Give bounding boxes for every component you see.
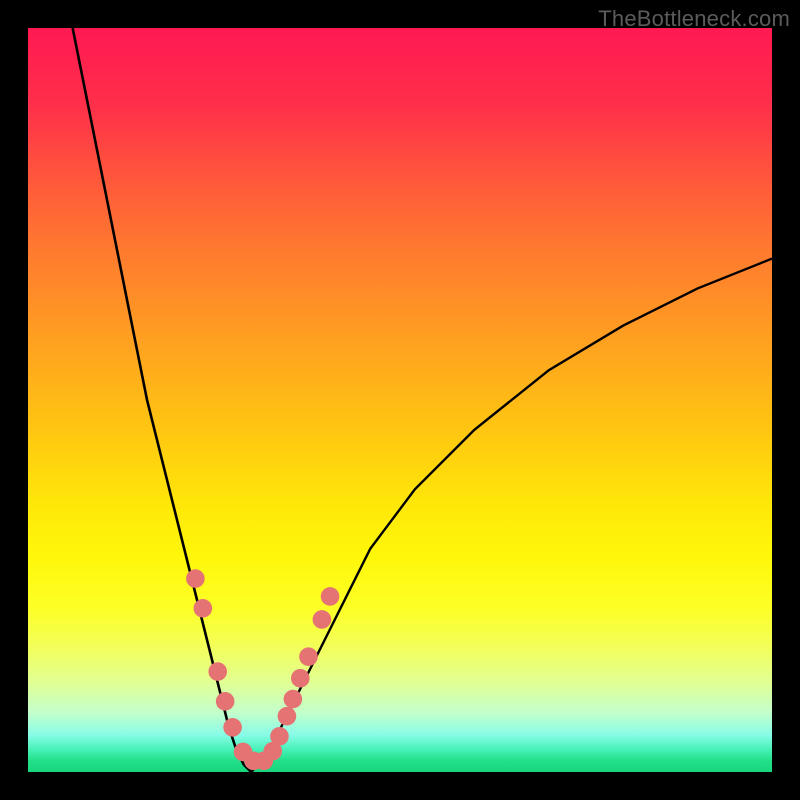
chart-frame: TheBottleneck.com [0,0,800,800]
marker-dot [223,718,242,737]
bottleneck-curve [28,28,772,772]
marker-dot [216,692,235,711]
curve-right-branch [251,259,772,772]
marker-dot [194,599,213,618]
marker-dot [291,669,310,688]
marker-dot [284,690,303,709]
marker-dot [299,647,318,666]
marker-dot [208,662,227,681]
marker-dot [313,610,332,629]
marker-dot [278,707,297,726]
marker-dot [186,569,205,588]
curve-left-branch [73,28,252,772]
watermark-text: TheBottleneck.com [598,6,790,32]
marker-dot [321,587,340,606]
plot-area [28,28,772,772]
marker-dot [270,727,289,746]
marker-beads [186,569,339,770]
